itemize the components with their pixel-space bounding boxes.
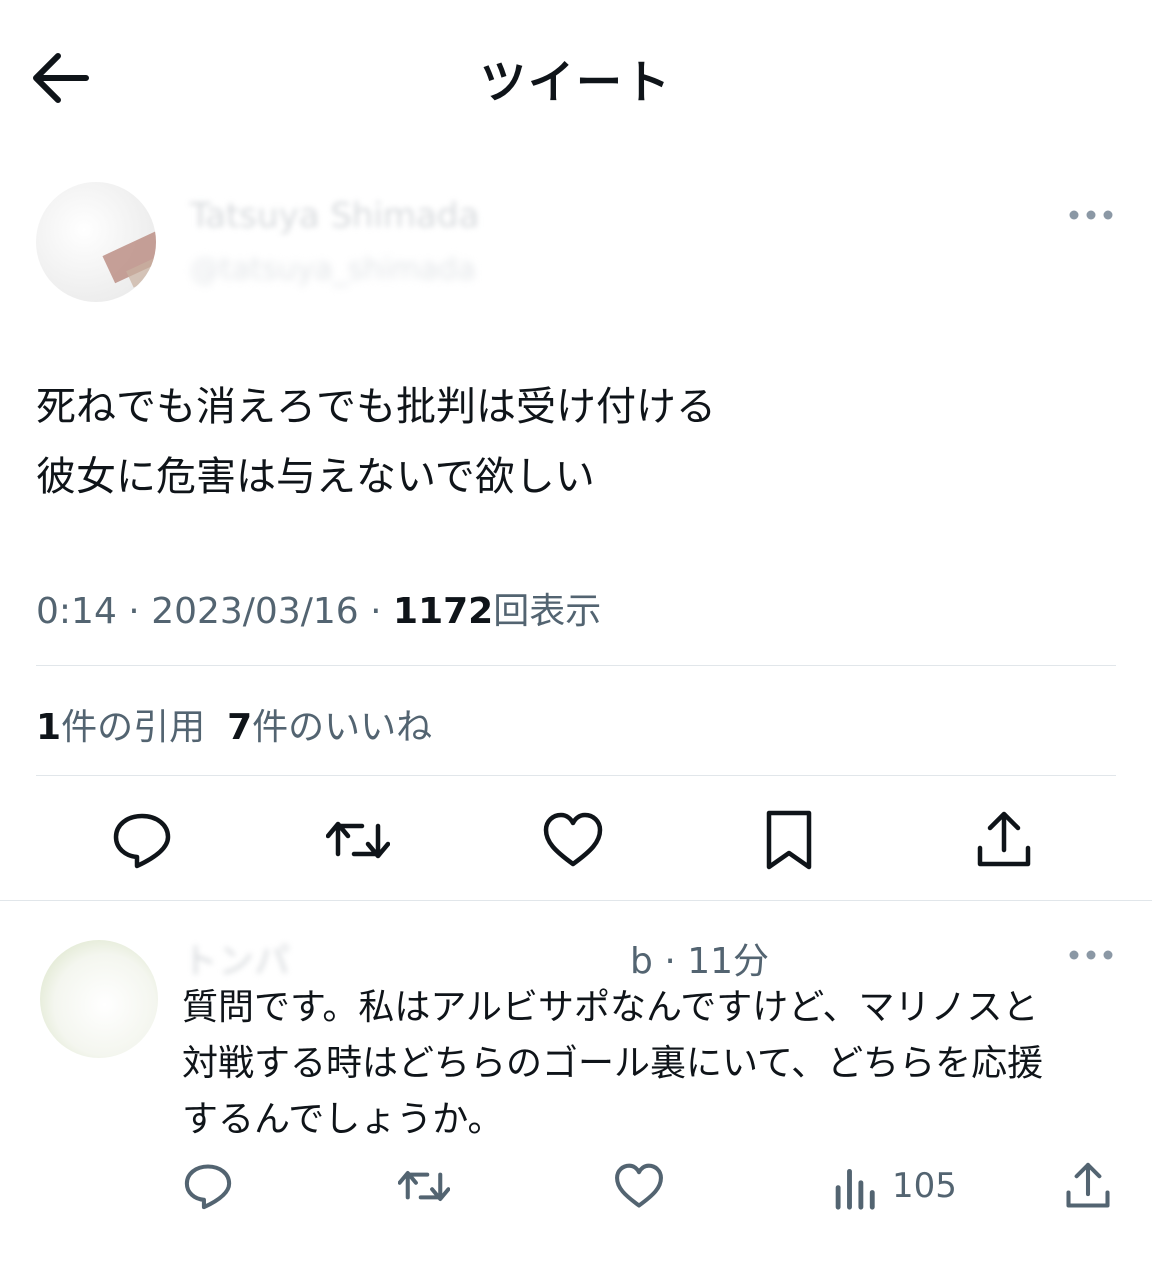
bookmark-icon (766, 810, 812, 870)
more-horizontal-icon (1069, 950, 1113, 960)
share-icon (977, 811, 1031, 867)
reply-views-button[interactable] (830, 1160, 882, 1212)
tweet-text-line: 死ねでも消えろでも批判は受け付ける (36, 384, 716, 430)
more-horizontal-icon (1069, 210, 1113, 220)
tweet-date[interactable]: 2023/03/16 (151, 591, 359, 632)
reply-icon (184, 1164, 232, 1210)
analytics-icon (835, 1168, 875, 1210)
reply-reply-button[interactable] (182, 1160, 234, 1212)
share-icon (1066, 1162, 1110, 1208)
likes-count: 7 (227, 707, 253, 748)
likes-label: 件のいいね (252, 707, 433, 748)
divider (0, 900, 1152, 901)
tweet-time[interactable]: 0:14 (36, 591, 117, 632)
author-handle[interactable]: @tatsuya_shimada (190, 252, 476, 287)
retweet-icon (397, 1170, 451, 1202)
reply-text-line: 質問です。私はアルビサポなんですけど、マリノスと (182, 987, 1039, 1028)
heart-icon (543, 812, 603, 867)
reply-like-button[interactable] (613, 1160, 665, 1212)
engagement-stats: 1件の引用 7件のいいね (36, 698, 432, 750)
share-button[interactable] (972, 808, 1036, 872)
top-bar: ツイート (0, 0, 1152, 150)
reply-author-handle[interactable]: b (630, 941, 653, 982)
reply-share-button[interactable] (1062, 1160, 1114, 1212)
like-button[interactable] (541, 808, 605, 872)
reply-view-count: 105 (892, 1166, 957, 1206)
retweet-button[interactable] (325, 808, 391, 872)
tweet-text-line: 彼女に危害は与えないで欲しい (36, 454, 595, 500)
reply-text-line: 対戦する時はどちらのゴール裏にいて、どちらを応援 (182, 1043, 1044, 1084)
divider (36, 775, 1116, 776)
likes-stat[interactable]: 7件のいいね (227, 707, 432, 748)
tweet-meta: 0:14 · 2023/03/16 · 1172回表示 (36, 591, 602, 632)
reply-retweet-button[interactable] (397, 1160, 451, 1212)
reply-author-avatar[interactable] (40, 940, 158, 1058)
heart-icon (615, 1163, 663, 1208)
view-count-label: 回表示 (493, 591, 602, 632)
author-name[interactable]: Tatsuya Shimada (190, 196, 479, 236)
quotes-label: 件の引用 (61, 707, 206, 748)
reply-author-name[interactable]: トンパ (182, 941, 290, 982)
reply-icon (113, 813, 171, 869)
quotes-count: 1 (36, 707, 62, 748)
tweet-text: 死ねでも消えろでも批判は受け付ける 彼女に危害は与えないで欲しい (36, 372, 1116, 512)
divider (36, 665, 1116, 666)
page-title: ツイート (480, 55, 672, 109)
bookmark-button[interactable] (757, 808, 821, 872)
reply-header: トンパ b · 11分 (182, 941, 770, 982)
author-avatar[interactable] (36, 182, 156, 302)
reply-text: 質問です。私はアルビサポなんですけど、マリノスと 対戦する時はどちらのゴール裏に… (182, 980, 1122, 1148)
reply-button[interactable] (110, 808, 174, 872)
reply-time[interactable]: 11分 (687, 941, 769, 982)
reply-text-line: するんでしょうか。 (182, 1099, 504, 1140)
quotes-stat[interactable]: 1件の引用 (36, 707, 205, 748)
reply-more-button[interactable] (1066, 940, 1116, 970)
view-count: 1172 (393, 591, 494, 632)
retweet-icon (325, 821, 391, 859)
more-button[interactable] (1066, 200, 1116, 230)
